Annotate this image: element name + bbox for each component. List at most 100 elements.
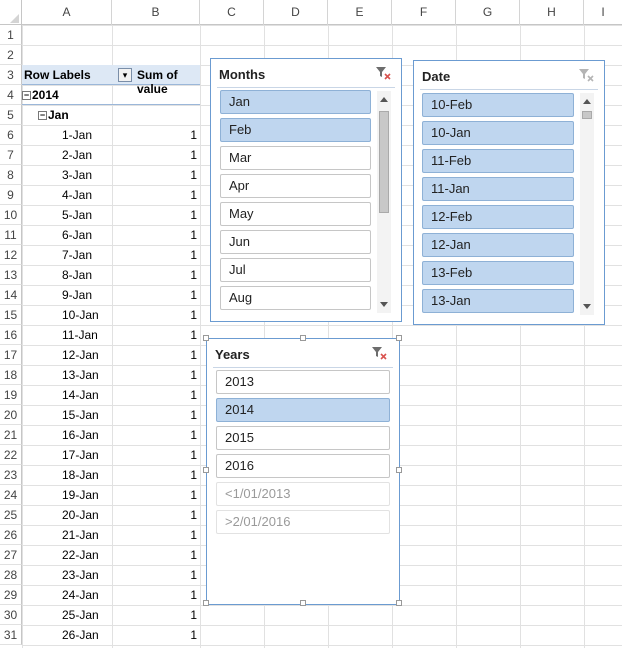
row-header[interactable]: 13 [0, 265, 22, 285]
row-header[interactable]: 30 [0, 605, 22, 625]
slicer-item[interactable]: >2/01/2016 [216, 510, 390, 534]
slicer-scrollbar[interactable] [377, 91, 391, 313]
pivot-row-value[interactable]: 1 [113, 305, 197, 325]
resize-handle[interactable] [396, 467, 402, 473]
row-header[interactable]: 12 [0, 245, 22, 265]
slicer-scrollbar[interactable] [580, 93, 594, 315]
pivot-row-value[interactable]: 1 [113, 385, 197, 405]
row-header[interactable]: 28 [0, 565, 22, 585]
resize-handle[interactable] [203, 335, 209, 341]
clear-filter-icon[interactable] [578, 67, 594, 83]
resize-handle[interactable] [203, 600, 209, 606]
slicer-item[interactable]: Jun [220, 230, 371, 254]
resize-handle[interactable] [300, 600, 306, 606]
slicer-item[interactable]: 12-Feb [422, 205, 574, 229]
select-all-corner[interactable] [0, 0, 22, 25]
slicer-item[interactable]: 10-Feb [422, 93, 574, 117]
pivot-row-value[interactable]: 1 [113, 225, 197, 245]
scroll-thumb[interactable] [582, 111, 592, 119]
resize-handle[interactable] [203, 467, 209, 473]
pivot-row-label[interactable]: 17-Jan [62, 445, 99, 465]
pivot-row-label[interactable]: 20-Jan [62, 505, 99, 525]
row-header[interactable]: 14 [0, 285, 22, 305]
pivot-row-value[interactable]: 1 [113, 485, 197, 505]
row-header[interactable]: 8 [0, 165, 22, 185]
pivot-row-label[interactable]: 6-Jan [62, 225, 92, 245]
slicer-item[interactable]: Aug [220, 286, 371, 310]
pivot-row-value[interactable]: 1 [113, 585, 197, 605]
pivot-row-value[interactable]: 1 [113, 465, 197, 485]
pivot-row-value[interactable]: 1 [113, 425, 197, 445]
row-header[interactable]: 29 [0, 585, 22, 605]
pivot-row-label[interactable]: 14-Jan [62, 385, 99, 405]
row-header[interactable]: 25 [0, 505, 22, 525]
pivot-row-value[interactable]: 1 [113, 505, 197, 525]
row-header[interactable]: 31 [0, 625, 22, 645]
pivot-row-label[interactable]: 13-Jan [62, 365, 99, 385]
pivot-row-value[interactable]: 1 [113, 525, 197, 545]
row-header[interactable]: 3 [0, 65, 22, 85]
resize-handle[interactable] [396, 600, 402, 606]
pivot-row-label[interactable]: 7-Jan [62, 245, 92, 265]
slicer-item[interactable]: 2013 [216, 370, 390, 394]
clear-filter-icon[interactable] [375, 65, 391, 81]
pivot-row-value[interactable]: 1 [113, 205, 197, 225]
row-header[interactable]: 5 [0, 105, 22, 125]
row-header[interactable]: 9 [0, 185, 22, 205]
row-header[interactable]: 11 [0, 225, 22, 245]
pivot-month-row[interactable]: − Jan [38, 105, 69, 125]
collapse-icon[interactable]: − [38, 111, 47, 120]
slicer-item[interactable]: Apr [220, 174, 371, 198]
column-header-h[interactable]: H [520, 0, 584, 25]
filter-dropdown-icon[interactable]: ▾ [118, 68, 132, 82]
column-header-a[interactable]: A [22, 0, 112, 25]
pivot-row-value[interactable]: 1 [113, 345, 197, 365]
pivot-row-value[interactable]: 1 [113, 125, 197, 145]
pivot-row-value[interactable]: 1 [113, 605, 197, 625]
row-header[interactable]: 27 [0, 545, 22, 565]
slicer-item[interactable]: 12-Jan [422, 233, 574, 257]
pivot-row-value[interactable]: 1 [113, 185, 197, 205]
row-header[interactable]: 1 [0, 25, 22, 45]
row-header[interactable]: 16 [0, 325, 22, 345]
slicer-item[interactable]: 11-Feb [422, 149, 574, 173]
row-header[interactable]: 18 [0, 365, 22, 385]
pivot-row-value[interactable]: 1 [113, 545, 197, 565]
date-slicer[interactable]: Date 10-Feb 10-Jan 11-Feb 11-Jan 12-Feb 12-Ja… [413, 60, 605, 325]
scroll-thumb[interactable] [379, 111, 389, 213]
months-slicer[interactable]: Months Jan Feb Mar Apr May Jun Jul Aug [210, 58, 402, 322]
pivot-row-value[interactable]: 1 [113, 285, 197, 305]
pivot-row-label[interactable]: 10-Jan [62, 305, 99, 325]
slicer-item[interactable]: 13-Jan [422, 289, 574, 313]
pivot-row-value[interactable]: 1 [113, 145, 197, 165]
column-header-i[interactable]: I [584, 0, 622, 25]
slicer-item[interactable]: Jan [220, 90, 371, 114]
pivot-row-value[interactable]: 1 [113, 405, 197, 425]
pivot-row-value[interactable]: 1 [113, 265, 197, 285]
pivot-row-value[interactable]: 1 [113, 625, 197, 645]
years-slicer[interactable]: Years 2013 2014 2015 2016 <1/01/2013 >2/01/20… [203, 335, 402, 606]
row-header[interactable]: 24 [0, 485, 22, 505]
slicer-item[interactable]: 2015 [216, 426, 390, 450]
pivot-row-label[interactable]: 1-Jan [62, 125, 92, 145]
pivot-row-value[interactable]: 1 [113, 165, 197, 185]
scroll-down-icon[interactable] [583, 304, 591, 309]
row-header[interactable]: 26 [0, 525, 22, 545]
pivot-row-value[interactable]: 1 [113, 445, 197, 465]
scroll-up-icon[interactable] [380, 97, 388, 102]
pivot-row-label[interactable]: 23-Jan [62, 565, 99, 585]
row-header[interactable]: 22 [0, 445, 22, 465]
slicer-item[interactable]: Feb [220, 118, 371, 142]
pivot-row-label[interactable]: 25-Jan [62, 605, 99, 625]
slicer-item[interactable]: 13-Feb [422, 261, 574, 285]
pivot-row-label[interactable]: 22-Jan [62, 545, 99, 565]
slicer-item[interactable]: Jul [220, 258, 371, 282]
column-header-c[interactable]: C [200, 0, 264, 25]
row-header[interactable]: 19 [0, 385, 22, 405]
pivot-row-value[interactable]: 1 [113, 245, 197, 265]
pivot-row-label[interactable]: 11-Jan [62, 325, 98, 345]
row-header[interactable]: 21 [0, 425, 22, 445]
pivot-row-label[interactable]: 24-Jan [62, 585, 99, 605]
pivot-row-label[interactable]: 9-Jan [62, 285, 92, 305]
resize-handle[interactable] [396, 335, 402, 341]
